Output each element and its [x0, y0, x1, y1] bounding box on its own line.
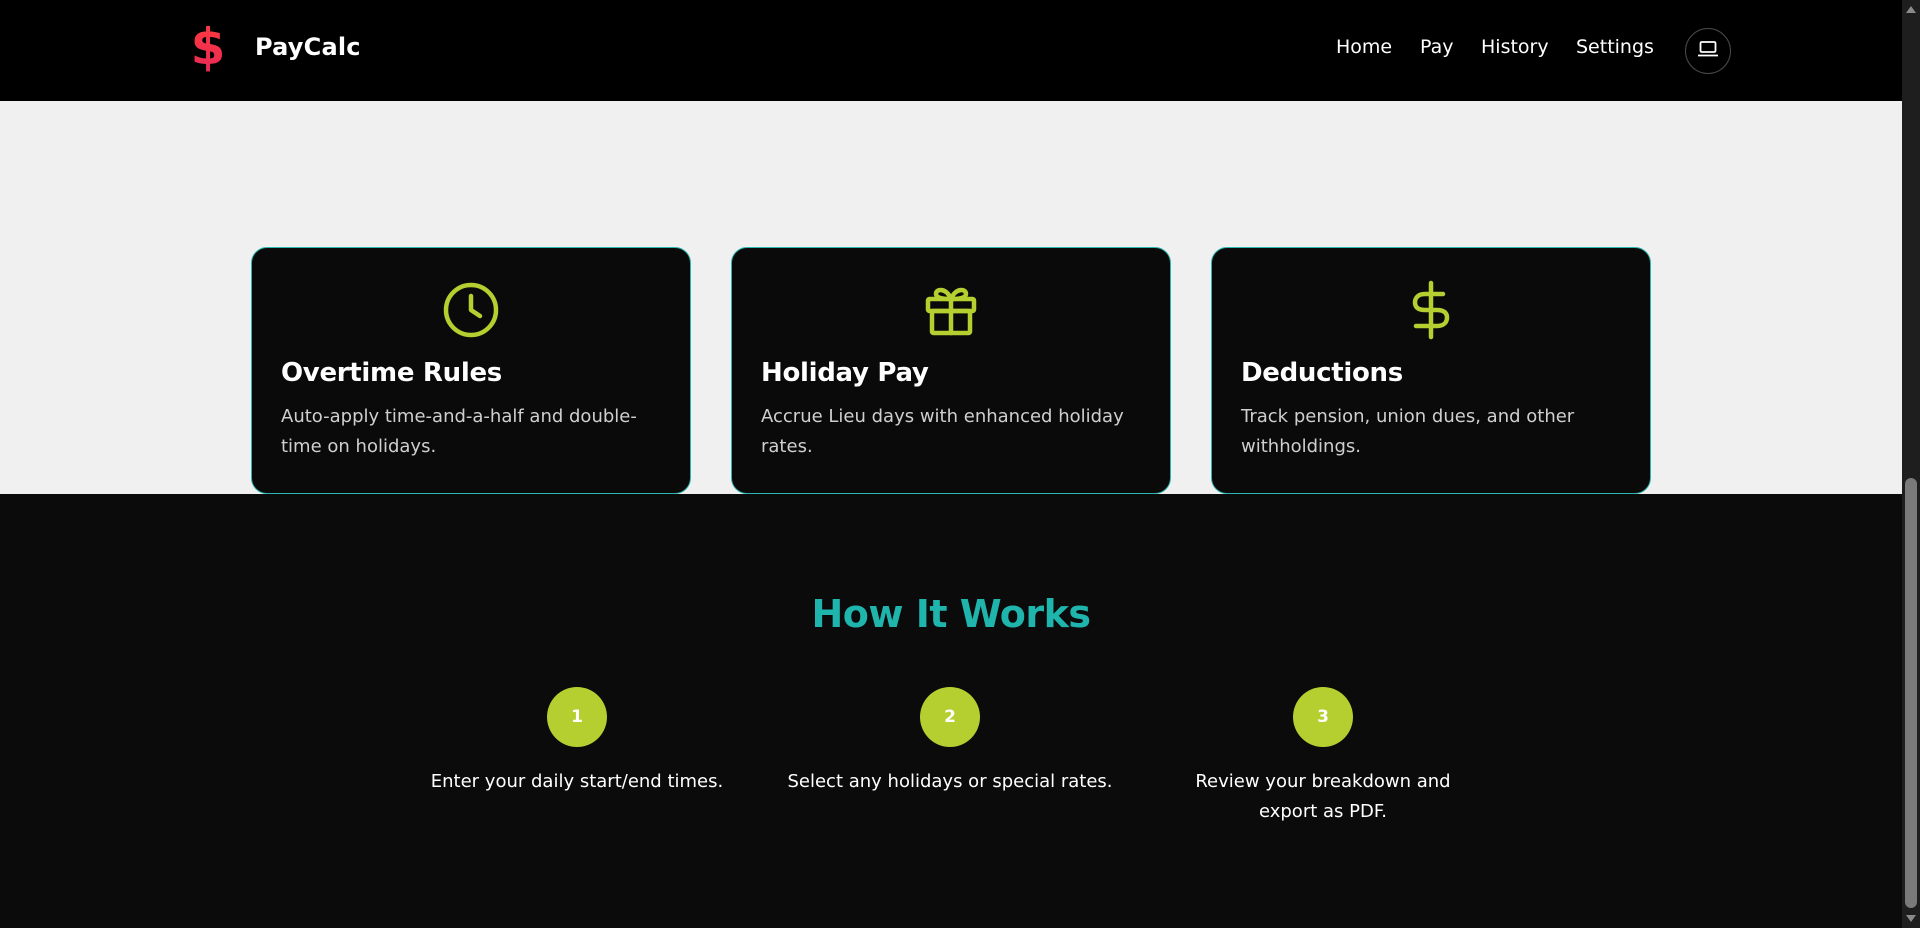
scrollbar-thumb[interactable] [1905, 478, 1917, 908]
feature-card-description: Accrue Lieu days with enhanced holiday r… [761, 406, 1124, 457]
step-number-badge: 2 [920, 687, 980, 747]
vertical-scrollbar[interactable] [1902, 0, 1920, 928]
feature-card-title: Deductions [1241, 358, 1403, 388]
step-item: 2 Select any holidays or special rates. [785, 687, 1115, 797]
main-nav: Home Pay History Settings [0, 36, 1902, 66]
feature-card-description: Auto-apply time-and-a-half and double-ti… [281, 406, 637, 457]
clock-icon [252, 280, 690, 340]
step-number-badge: 3 [1293, 687, 1353, 747]
nav-settings-link[interactable]: Settings [1576, 36, 1654, 58]
feature-card-overtime: Overtime Rules Auto-apply time-and-a-hal… [251, 247, 691, 494]
step-number-badge: 1 [547, 687, 607, 747]
nav-history-link[interactable]: History [1481, 36, 1549, 58]
how-it-works-section: How It Works 1 Enter your daily start/en… [0, 494, 1902, 928]
step-description: Enter your daily start/end times. [430, 771, 724, 792]
dollar-sign-icon [1212, 280, 1650, 340]
scroll-down-arrow-icon[interactable] [1906, 915, 1916, 922]
step-item: 3 Review your breakdown and export as PD… [1158, 687, 1488, 827]
header: $ PayCalc Home Pay History Settings [0, 0, 1902, 101]
step-description: Select any holidays or special rates. [787, 771, 1113, 792]
feature-card-title: Overtime Rules [281, 358, 502, 388]
step-item: 1 Enter your daily start/end times. [412, 687, 742, 797]
feature-card-description: Track pension, union dues, and other wit… [1241, 406, 1575, 457]
laptop-icon [1697, 40, 1719, 62]
gift-icon [732, 280, 1170, 340]
feature-card-title: Holiday Pay [761, 358, 929, 388]
main-content: $ PayCalc Home Pay History Settings Over… [0, 0, 1902, 928]
scroll-up-arrow-icon[interactable] [1906, 6, 1916, 13]
page: $ PayCalc Home Pay History Settings Over… [0, 0, 1920, 928]
theme-toggle-button[interactable] [1685, 28, 1731, 74]
features-section: Overtime Rules Auto-apply time-and-a-hal… [0, 101, 1902, 494]
nav-pay-link[interactable]: Pay [1420, 36, 1454, 58]
section-title: How It Works [811, 592, 1091, 636]
nav-home-link[interactable]: Home [1336, 36, 1392, 58]
step-description: Review your breakdown and export as PDF. [1195, 771, 1451, 822]
feature-card-holiday-pay: Holiday Pay Accrue Lieu days with enhanc… [731, 247, 1171, 494]
feature-card-deductions: Deductions Track pension, union dues, an… [1211, 247, 1651, 494]
